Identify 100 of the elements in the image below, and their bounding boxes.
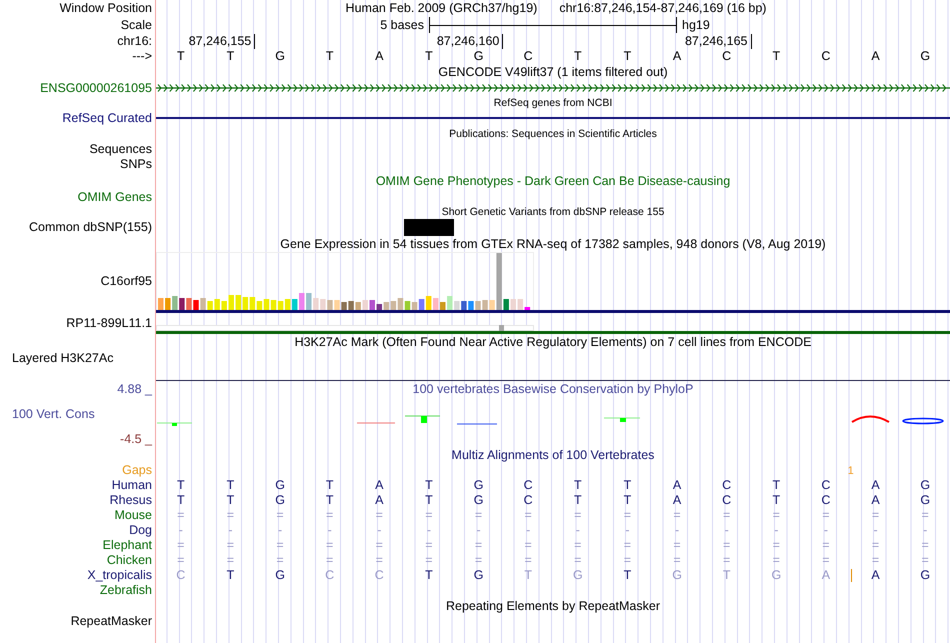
alignment-base: - — [276, 523, 284, 538]
alignment-base: T — [572, 478, 583, 493]
base-letter: T — [226, 49, 236, 64]
track-label: Layered H3K27Ac — [11, 351, 114, 366]
gene-label: RP11-899L11.1 — [66, 316, 152, 331]
track-label: OMIM Genes — [78, 190, 152, 205]
alignment-base: G — [919, 568, 932, 583]
alignment-base: A — [870, 568, 881, 583]
track-label: ENSG00000261095 — [40, 80, 152, 96]
alignment-base: = — [424, 553, 434, 568]
gap-count: 1 — [848, 464, 854, 476]
alignment-base: = — [325, 538, 334, 553]
alignment-base: G — [274, 493, 286, 508]
alignment-base: A — [672, 493, 682, 508]
base-letter: A — [374, 49, 384, 64]
alignment-base: C — [820, 478, 832, 493]
alignment-base: = — [722, 538, 732, 553]
alignment-base: = — [226, 553, 236, 568]
alignment-base: T — [324, 478, 334, 493]
row-label: Window Position — [60, 1, 152, 16]
track-label: RefSeq Curated — [62, 110, 152, 126]
alignment-base: - — [475, 523, 482, 538]
alignment-base: = — [474, 508, 484, 523]
base-letter: C — [721, 49, 732, 64]
alignment-base: = — [870, 538, 880, 553]
alignment-base: - — [525, 523, 532, 538]
axis-min-label: -4.5 _ — [120, 432, 152, 447]
alignment-base: = — [920, 508, 930, 523]
alignment-base: - — [178, 523, 184, 538]
base-letter: T — [572, 49, 583, 64]
track-title: Gene Expression in 54 tissues from GTEx RNA-seq of 17382 samples, 948 donors (V8, Aug 2019) — [280, 236, 826, 252]
alignment-base: G — [274, 478, 286, 493]
base-letter: T — [324, 49, 334, 64]
axis-max-label: 4.88 _ — [117, 382, 152, 397]
alignment-base: C — [721, 478, 732, 493]
gene-label: C16orf95 — [100, 274, 152, 288]
base-letter: T — [424, 49, 434, 64]
alignment-base: A — [374, 493, 384, 508]
base-letter: T — [176, 49, 186, 64]
alignment-base: = — [821, 553, 831, 568]
alignment-base: = — [374, 553, 384, 568]
alignment-base: G — [770, 568, 782, 583]
position-tick: 87,246,155 — [188, 34, 256, 48]
alignment-base: = — [374, 508, 384, 523]
alignment-base: T — [523, 568, 533, 583]
alignment-base: = — [176, 538, 186, 553]
species-label: Chicken — [106, 553, 152, 568]
alignment-base: T — [324, 493, 334, 508]
alignment-base: T — [622, 568, 632, 583]
conservation-mark — [404, 416, 440, 423]
base-letter: G — [919, 49, 932, 64]
alignment-base: = — [176, 553, 186, 568]
alignment-base: T — [226, 478, 236, 493]
alignment-base: = — [772, 553, 781, 568]
alignment-base: G — [472, 568, 484, 583]
assembly-title: Human Feb. 2009 (GRCh37/hg19) — [346, 0, 538, 17]
alignment-base: = — [622, 538, 632, 553]
alignment-base: = — [325, 508, 334, 523]
position-range: chr16:87,246,154-87,246,169 (16 bp) — [559, 0, 766, 17]
alignment-base: - — [773, 523, 780, 538]
alignment-base: C — [374, 568, 385, 583]
species-label: Mouse — [114, 508, 152, 523]
row-label: chr16: — [117, 34, 152, 48]
track-label: Sequences — [89, 142, 152, 157]
position-tick: 87,246,160 — [436, 34, 504, 48]
species-label: Elephant — [102, 538, 152, 553]
alignment-base: = — [573, 553, 582, 568]
alignment-base: - — [724, 523, 730, 538]
alignment-base: G — [919, 478, 932, 493]
track-label: 100 Vert. Cons — [11, 407, 95, 422]
alignment-base: = — [474, 538, 484, 553]
alignment-base: = — [573, 508, 582, 523]
species-label: Human — [112, 478, 152, 493]
alignment-base: = — [622, 508, 632, 523]
alignment-base: = — [672, 538, 682, 553]
conservation-mark — [356, 422, 396, 424]
track-title: GENCODE V49lift37 (1 items filtered out) — [438, 64, 668, 80]
alignment-base: T — [176, 493, 186, 508]
alignment-base: G — [274, 568, 286, 583]
alignment-base: C — [175, 568, 186, 583]
alignment-base: = — [275, 538, 285, 553]
alignment-base: = — [772, 508, 781, 523]
alignment-base: G — [472, 493, 484, 508]
alignment-base: - — [227, 523, 234, 538]
alignment-base: C — [721, 493, 732, 508]
alignment-base: = — [424, 508, 434, 523]
row-label: Scale — [120, 18, 152, 32]
alignment-base: T — [226, 568, 236, 583]
alignment-base: T — [722, 568, 732, 583]
alignment-base: = — [226, 508, 236, 523]
alignment-base: = — [772, 538, 781, 553]
alignment-base: G — [671, 568, 683, 583]
alignment-base: T — [622, 478, 632, 493]
alignment-base: T — [771, 493, 782, 508]
variant-feature — [404, 219, 454, 236]
alignment-base: T — [622, 493, 632, 508]
alignment-base: = — [672, 508, 682, 523]
alignment-base: - — [922, 523, 928, 538]
alignment-base: = — [821, 538, 831, 553]
base-letter: C — [820, 49, 832, 64]
